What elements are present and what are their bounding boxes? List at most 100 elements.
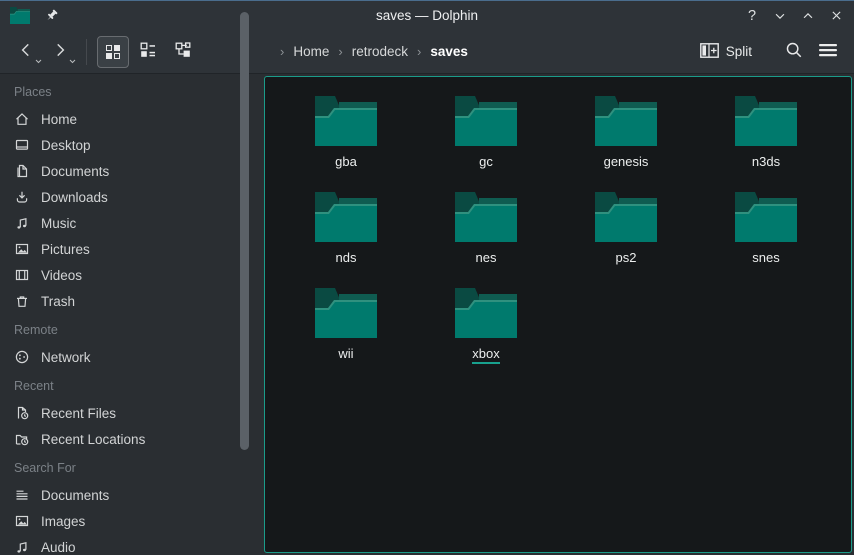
breadcrumb-separator: ›	[417, 44, 421, 59]
music-icon	[14, 215, 30, 231]
sidebar-item-trash[interactable]: Trash	[14, 288, 262, 314]
details-view-button[interactable]	[132, 36, 164, 68]
sidebar-item-audio[interactable]: Audio	[14, 534, 262, 555]
folder-item-snes[interactable]: snes	[696, 184, 836, 280]
help-icon: ?	[748, 8, 756, 24]
sidebar-item-label: Music	[41, 216, 76, 231]
breadcrumb-separator: ›	[280, 44, 284, 59]
sidebar-item-documents[interactable]: Documents	[14, 482, 262, 508]
recent-files-icon	[14, 405, 30, 421]
sidebar-item-label: Network	[41, 350, 91, 365]
split-button[interactable]: Split	[696, 43, 756, 61]
home-icon	[14, 111, 30, 127]
folder-icon	[595, 96, 657, 146]
sidebar-section-recent: Recent	[14, 379, 262, 393]
download-icon	[14, 189, 30, 205]
help-button[interactable]: ?	[742, 5, 762, 27]
minimize-button[interactable]	[770, 5, 790, 27]
folder-item-genesis[interactable]: genesis	[556, 88, 696, 184]
close-button[interactable]	[826, 5, 846, 27]
folder-item-ps2[interactable]: ps2	[556, 184, 696, 280]
folder-label: nds	[336, 250, 357, 265]
folder-icon	[595, 192, 657, 242]
sidebar-item-label: Recent Files	[41, 406, 116, 421]
sidebar-item-label: Recent Locations	[41, 432, 145, 447]
window-controls: ?	[742, 5, 846, 27]
breadcrumb-item-saves[interactable]: saves	[430, 44, 468, 59]
folder-label: genesis	[604, 154, 649, 169]
sidebar-item-desktop[interactable]: Desktop	[14, 132, 262, 158]
folder-icon	[735, 192, 797, 242]
sidebar-item-pictures[interactable]: Pictures	[14, 236, 262, 262]
folder-label: gba	[335, 154, 357, 169]
window-title: saves — Dolphin	[0, 8, 854, 23]
breadcrumb: › Home › retrodeck › saves	[280, 44, 468, 59]
split-view-icon	[700, 43, 719, 61]
folder-label: wii	[338, 346, 353, 361]
window-top-edge	[0, 0, 854, 1]
folder-item-n3ds[interactable]: n3ds	[696, 88, 836, 184]
folder-item-nds[interactable]: nds	[276, 184, 416, 280]
folder-item-gba[interactable]: gba	[276, 88, 416, 184]
sidebar-section-remote: Remote	[14, 323, 262, 337]
tree-view-button[interactable]	[167, 36, 199, 68]
sidebar-item-network[interactable]: Network	[14, 344, 262, 370]
folder-item-wii[interactable]: wii	[276, 280, 416, 376]
forward-button[interactable]	[46, 38, 74, 66]
document-icon	[14, 163, 30, 179]
icons-view-button[interactable]	[97, 36, 129, 68]
sidebar-item-videos[interactable]: Videos	[14, 262, 262, 288]
titlebar: saves — Dolphin ?	[0, 1, 854, 30]
places-panel: Places Home Desktop Documents Downloads Music…	[0, 75, 262, 555]
sidebar-item-documents[interactable]: Documents	[14, 158, 262, 184]
video-icon	[14, 267, 30, 283]
sidebar-scrollbar[interactable]	[240, 12, 249, 450]
folder-view: gba gc genesis n3ds nds nes ps2 snes	[264, 76, 852, 553]
menu-button[interactable]	[814, 38, 842, 66]
folder-label: ps2	[616, 250, 637, 265]
breadcrumb-item-retrodeck[interactable]: retrodeck	[352, 44, 408, 59]
sidebar-item-label: Home	[41, 112, 77, 127]
sidebar-item-label: Pictures	[41, 242, 90, 257]
folder-label: gc	[479, 154, 493, 169]
maximize-button[interactable]	[798, 5, 818, 27]
folder-icon	[455, 192, 517, 242]
search-button[interactable]	[780, 38, 808, 66]
folder-label: nes	[476, 250, 497, 265]
sidebar-item-images[interactable]: Images	[14, 508, 262, 534]
split-label: Split	[726, 44, 752, 59]
breadcrumb-separator: ›	[338, 44, 342, 59]
folder-label: xbox	[472, 346, 499, 364]
music-icon	[14, 539, 30, 555]
folder-label: n3ds	[752, 154, 780, 169]
toolbar-separator	[86, 39, 87, 65]
pin-icon[interactable]	[44, 8, 59, 23]
chevron-right-icon	[51, 41, 69, 62]
breadcrumb-item-home[interactable]: Home	[293, 44, 329, 59]
sidebar-item-music[interactable]: Music	[14, 210, 262, 236]
toolbar: › Home › retrodeck › saves Split	[0, 30, 854, 74]
sidebar-item-downloads[interactable]: Downloads	[14, 184, 262, 210]
chevron-left-icon	[17, 41, 35, 62]
close-icon	[830, 9, 843, 22]
sidebar-item-recent-files[interactable]: Recent Files	[14, 400, 262, 426]
sidebar-item-label: Trash	[41, 294, 75, 309]
sidebar-item-label: Documents	[41, 164, 109, 179]
folder-icon	[455, 288, 517, 338]
chevron-down-icon	[773, 9, 787, 23]
sidebar-item-home[interactable]: Home	[14, 106, 262, 132]
hamburger-menu-icon	[818, 42, 838, 61]
folder-item-gc[interactable]: gc	[416, 88, 556, 184]
sidebar-section-places: Places	[14, 85, 262, 99]
sidebar-item-recent-locations[interactable]: Recent Locations	[14, 426, 262, 452]
sidebar-section-search-for: Search For	[14, 461, 262, 475]
folder-icon	[455, 96, 517, 146]
tree-view-icon	[175, 42, 191, 61]
sidebar-item-label: Images	[41, 514, 85, 529]
back-button[interactable]	[12, 38, 40, 66]
sidebar-item-label: Desktop	[41, 138, 91, 153]
image-icon	[14, 241, 30, 257]
folder-item-xbox[interactable]: xbox	[416, 280, 556, 376]
sidebar-item-label: Videos	[41, 268, 82, 283]
folder-item-nes[interactable]: nes	[416, 184, 556, 280]
